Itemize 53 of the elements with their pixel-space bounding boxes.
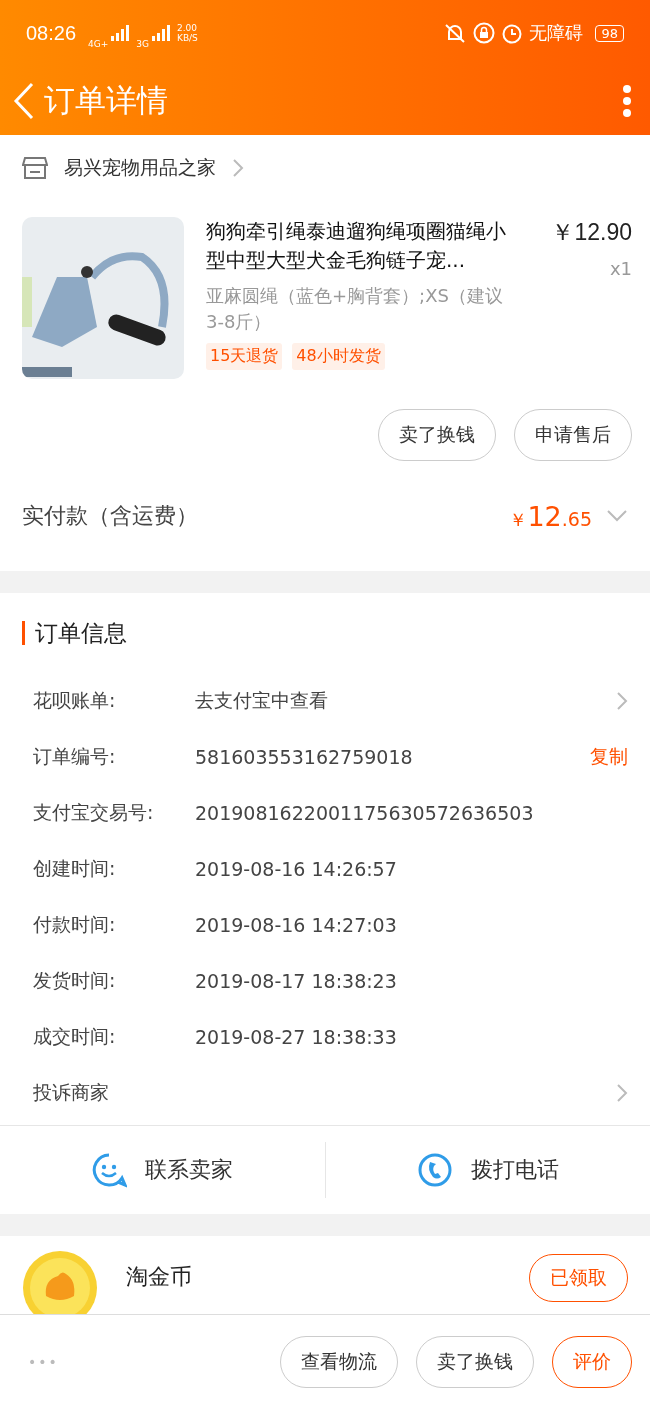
chevron-icon	[616, 691, 628, 711]
phone-icon	[416, 1152, 453, 1188]
lock-icon	[473, 22, 496, 44]
chevron-icon	[232, 158, 244, 178]
field-value: 2019081622001175630572636503	[195, 802, 535, 824]
contact-button[interactable]: 联系卖家	[0, 1152, 325, 1188]
status-time: 08:26	[26, 21, 77, 45]
field-label: 花呗账单:	[33, 688, 117, 713]
shop-icon	[22, 156, 48, 180]
product-quantity: x1	[609, 258, 632, 279]
action-button[interactable]: 卖了换钱	[378, 409, 496, 461]
chevron-icon	[616, 1083, 628, 1103]
product-variant: 亚麻圆绳（蓝色+胸背套）;XS（建议3-8斤）	[206, 284, 504, 334]
back-icon	[12, 80, 36, 121]
contact-button[interactable]: 拨打电话	[325, 1152, 650, 1188]
action-button[interactable]: 申请售后	[514, 409, 632, 461]
field-value: 2019-08-16 14:26:57	[195, 858, 398, 880]
chat-icon	[91, 1152, 128, 1188]
more-icon	[622, 83, 632, 118]
network-speed: 2.00 KB/S	[177, 23, 198, 43]
accessibility-label: 无障碍	[529, 21, 584, 45]
signal-icon	[110, 25, 131, 41]
accent-bar	[22, 621, 25, 645]
field-label: 支付宝交易号:	[33, 800, 155, 825]
shop-name[interactable]: 易兴宠物用品之家	[64, 155, 216, 181]
service-tag: 15天退货	[206, 343, 283, 370]
network-label: 3G	[136, 39, 149, 49]
payment-label: 实付款（含运费）	[22, 502, 199, 530]
product-price: ￥12.90	[551, 218, 632, 247]
product-title[interactable]: 狗狗牵引绳泰迪遛狗绳项圈猫绳小型中型大型犬金毛狗链子宠...	[206, 217, 520, 275]
field-label: 成交时间:	[33, 1024, 117, 1049]
field-value: 2019-08-17 18:38:23	[195, 970, 398, 992]
page-title: 订单详情	[44, 80, 169, 120]
alarm-icon	[501, 22, 524, 44]
field-value[interactable]: 去支付宝中查看	[195, 688, 616, 714]
field-label: 付款时间:	[33, 912, 117, 937]
field-value: 581603553162759018	[195, 746, 414, 768]
payment-amount: ￥12.65	[509, 500, 592, 532]
network-label: 4G+	[88, 39, 109, 49]
coins-title: 淘金币	[126, 1264, 192, 1289]
field-value: 2019-08-16 14:27:03	[195, 914, 398, 936]
chevron-down-icon	[606, 509, 628, 523]
signal-icon	[151, 25, 171, 41]
section-title: 订单信息	[35, 618, 127, 648]
field-label: 创建时间:	[33, 856, 117, 881]
field-label: 订单编号:	[33, 744, 117, 769]
action-button[interactable]: 卖了换钱	[416, 1335, 534, 1388]
field-label[interactable]: 投诉商家	[33, 1080, 195, 1106]
action-button[interactable]: 查看物流	[280, 1335, 398, 1388]
field-label: 发货时间:	[33, 968, 117, 993]
service-tag: 48小时发货	[292, 343, 385, 370]
battery-indicator: 98	[595, 24, 624, 42]
field-value: 2019-08-27 18:38:33	[195, 1026, 398, 1048]
